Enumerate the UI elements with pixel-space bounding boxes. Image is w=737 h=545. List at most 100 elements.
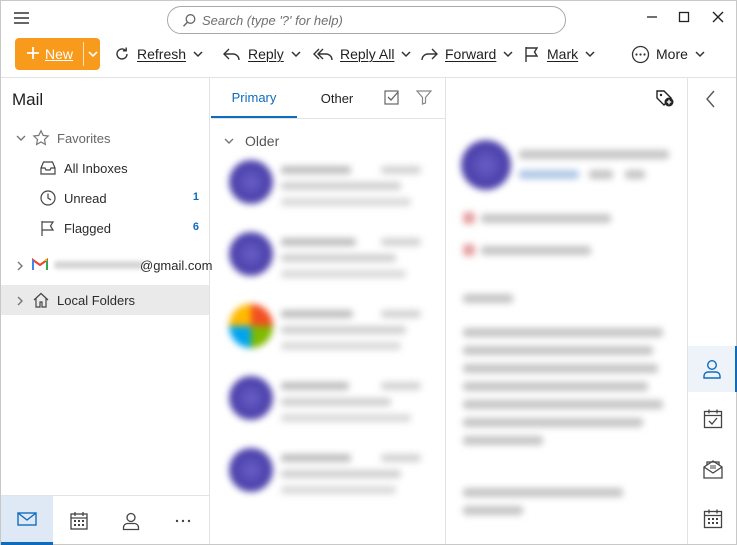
reply-button[interactable]: Reply [222, 38, 302, 70]
redacted-text [281, 486, 396, 494]
sidebar-item-unread[interactable]: Unread 1 [1, 183, 209, 213]
sidebar-item-local-folders[interactable]: Local Folders [1, 285, 209, 315]
star-icon [32, 129, 50, 147]
list-item[interactable] [211, 148, 445, 220]
calendar-icon [69, 511, 89, 531]
new-button-label: New [45, 46, 74, 62]
group-label: Older [245, 133, 280, 149]
list-item[interactable] [211, 292, 445, 364]
message-preview [455, 136, 683, 536]
mail-icon [16, 510, 38, 528]
list-item[interactable] [211, 364, 445, 436]
list-item[interactable] [211, 220, 445, 292]
redacted-text [281, 310, 353, 318]
close-button[interactable] [707, 7, 729, 27]
refresh-button[interactable]: Refresh [113, 38, 204, 70]
redacted-text [381, 454, 421, 462]
forward-button[interactable]: Forward [419, 38, 514, 70]
chevron-down-icon[interactable] [694, 49, 706, 59]
calendar-nav-button[interactable] [53, 496, 105, 545]
rail-mail-button[interactable] [688, 446, 737, 492]
sidebar-item-label: All Inboxes [64, 161, 128, 176]
redacted-text [519, 170, 579, 179]
rail-tasks-button[interactable] [688, 396, 737, 442]
rail-contacts-button[interactable] [688, 346, 737, 392]
sidebar-item-label: Local Folders [57, 293, 136, 308]
redacted-text [463, 244, 475, 256]
redacted-text [281, 198, 411, 206]
redacted-text [463, 436, 543, 445]
chevron-down-icon[interactable] [290, 49, 302, 59]
chevron-down-icon[interactable] [400, 49, 412, 59]
sender-avatar [461, 140, 511, 190]
message-list-pane: Primary Other Older [211, 78, 446, 544]
sidebar-item-label: Unread [64, 191, 107, 206]
tab-primary[interactable]: Primary [211, 78, 297, 118]
unread-count: 1 [192, 191, 199, 203]
minimize-button[interactable] [641, 7, 663, 27]
favorites-group[interactable]: Favorites [1, 123, 209, 153]
menu-icon[interactable] [11, 9, 33, 27]
sidebar-item-flagged[interactable]: Flagged 6 [1, 213, 209, 243]
chevron-down-icon[interactable] [502, 49, 514, 59]
search-input[interactable]: Search (type '?' for help) [167, 6, 566, 34]
new-button[interactable]: New [15, 38, 100, 70]
list-item[interactable] [211, 436, 445, 508]
person-icon [121, 511, 141, 531]
reply-label: Reply [248, 46, 284, 62]
collapse-pane-icon[interactable] [702, 88, 720, 110]
people-nav-button[interactable] [105, 496, 157, 545]
more-nav-button[interactable] [157, 496, 209, 545]
redacted-text [463, 506, 523, 515]
chevron-down-icon[interactable] [223, 136, 235, 146]
reply-all-label: Reply All [340, 46, 395, 62]
rail-calendar-button[interactable] [688, 496, 737, 542]
redacted-text [281, 342, 401, 350]
person-icon [701, 358, 723, 380]
right-rail [687, 78, 737, 544]
redacted-text [281, 166, 351, 174]
clock-icon [39, 189, 57, 207]
add-tag-icon[interactable] [654, 88, 674, 108]
reply-icon [222, 45, 242, 63]
mark-label: Mark [547, 46, 579, 62]
chevron-down-icon[interactable] [584, 49, 596, 59]
flag-icon [39, 219, 57, 237]
mail-app-window: Search (type '?' for help) New Refresh R… [0, 0, 737, 545]
chevron-right-icon[interactable] [15, 295, 25, 307]
sidebar-item-gmail-account[interactable]: @gmail.com [1, 250, 212, 280]
redacted-email [54, 261, 144, 269]
redacted-text [281, 238, 356, 246]
chevron-down-icon[interactable] [192, 49, 204, 59]
redacted-text [281, 454, 351, 462]
chevron-down-icon[interactable] [15, 133, 27, 143]
sidebar-item-all-inboxes[interactable]: All Inboxes [1, 153, 209, 183]
redacted-text [281, 270, 406, 278]
bottom-nav [1, 495, 209, 545]
mark-button[interactable]: Mark [523, 38, 596, 70]
redacted-text [281, 414, 411, 422]
redacted-text [381, 166, 421, 174]
reply-all-icon [312, 45, 334, 63]
tab-other[interactable]: Other [297, 78, 377, 118]
chevron-right-icon[interactable] [15, 260, 25, 272]
reply-all-button[interactable]: Reply All [312, 38, 412, 70]
redacted-text [463, 328, 663, 337]
new-dropdown-chevron-icon[interactable] [87, 49, 99, 59]
home-icon [32, 291, 50, 309]
mail-nav-button[interactable] [1, 496, 53, 545]
forward-icon [419, 45, 439, 63]
select-all-icon[interactable] [383, 88, 401, 106]
redacted-text [481, 214, 611, 223]
redacted-text [625, 170, 645, 179]
maximize-button[interactable] [673, 7, 695, 27]
filter-icon[interactable] [415, 88, 433, 106]
redacted-text [463, 212, 475, 224]
avatar [229, 160, 273, 204]
redacted-text [463, 382, 648, 391]
group-header-older[interactable]: Older [223, 133, 279, 149]
new-button-divider [83, 42, 84, 66]
more-button[interactable]: More [631, 38, 706, 70]
reading-pane [447, 78, 686, 544]
redacted-text [463, 488, 623, 497]
